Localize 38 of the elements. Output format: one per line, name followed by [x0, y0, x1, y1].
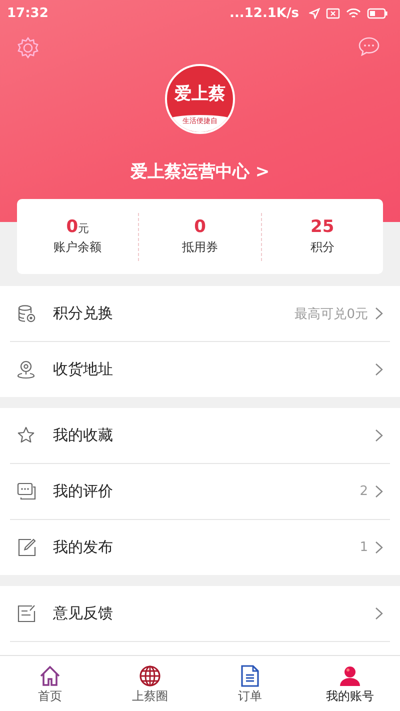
menu-item[interactable]: 收货地址 [10, 342, 390, 397]
star-icon [17, 426, 37, 446]
coin-stack-icon [17, 304, 37, 324]
logo-title: 爱上蔡 [174, 83, 226, 105]
menu-item[interactable]: 积分兑换 最高可兑0元 [10, 286, 390, 342]
chevron-right-icon [375, 307, 383, 320]
menu-item[interactable]: 我的收藏 [10, 408, 390, 464]
stat-value: 0元 [66, 217, 90, 237]
tab-item[interactable]: 我的账号 [300, 656, 400, 711]
stat-label: 积分 [310, 239, 334, 256]
menu-item[interactable]: 我的发布 1 [10, 520, 390, 575]
document-icon [239, 664, 261, 686]
chevron-right-icon [375, 541, 383, 554]
tab-item[interactable]: 首页 [0, 656, 100, 711]
globe-icon [139, 664, 161, 686]
menu-item[interactable]: 我的评价 2 [10, 464, 390, 520]
note-icon [17, 604, 37, 624]
chevron-right-icon [375, 485, 383, 498]
wifi-icon [346, 8, 361, 18]
stat-label: 账户余额 [54, 239, 102, 256]
stat-value: 25 [310, 217, 334, 237]
stat-label: 抵用券 [182, 239, 218, 256]
network-speed: ...12.1K/s [230, 6, 299, 20]
chat-bubble-icon[interactable] [358, 36, 380, 56]
pencil-square-icon [17, 538, 37, 558]
location-arrow-icon [309, 8, 320, 18]
tab-item[interactable]: 上蔡圈 [100, 656, 200, 711]
status-time: 17:32 [7, 6, 48, 20]
location-pin-icon [17, 360, 37, 380]
chevron-right-icon [375, 429, 383, 442]
settings-icon[interactable] [16, 36, 40, 60]
battery-icon [367, 8, 388, 18]
chevron-right-icon [375, 363, 383, 376]
stat-value: 0 [194, 217, 206, 237]
sim-card-icon [326, 8, 340, 18]
tab-item[interactable]: 订单 [200, 656, 300, 711]
chat-bubble-icon [17, 482, 37, 502]
chevron-right-icon [375, 607, 383, 620]
